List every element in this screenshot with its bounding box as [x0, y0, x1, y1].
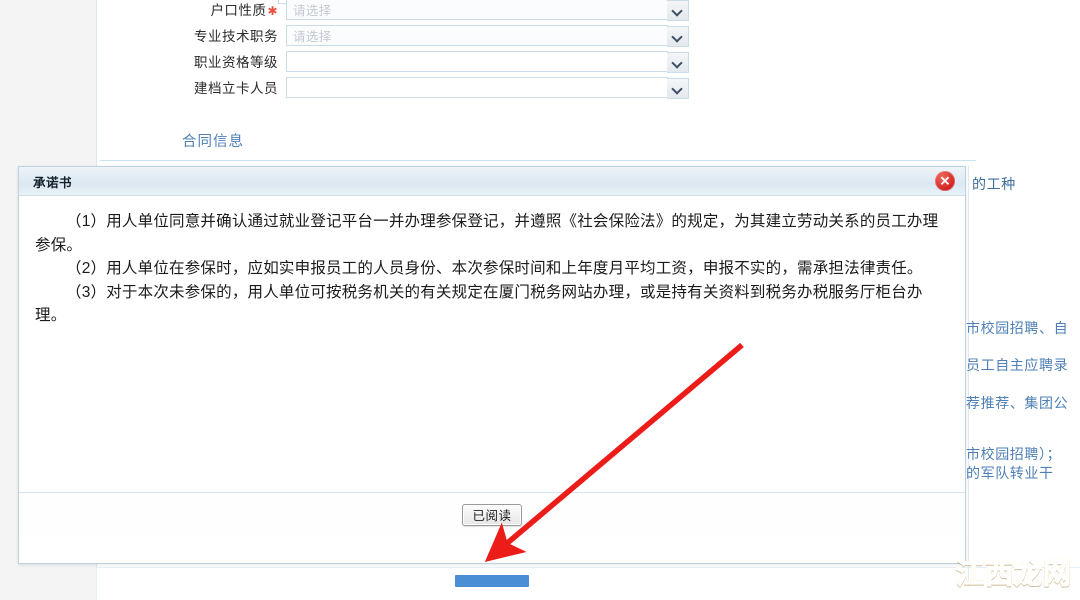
commitment-dialog: 承诺书 ✕ （1）用人单位同意并确认通过就业登记平台一并办理参保登记，并遵照《社… [18, 166, 966, 564]
terms-text: （1）用人单位同意并确认通过就业登记平台一并办理参保登记，并遵照《社会保险法》的… [35, 210, 949, 328]
chevron-down-icon[interactable] [667, 77, 689, 99]
confirm-read-button[interactable]: 已阅读 [462, 503, 522, 526]
bg-text-line4: 荐推荐、集团公 [966, 395, 1069, 411]
section-link-contract-info[interactable]: 合同信息 [182, 130, 244, 151]
form-row: 户口性质✱ 请选择 [96, 0, 976, 22]
field-label-text: 职业资格等级 [194, 55, 278, 70]
employee-form: 户口性质✱ 请选择 专业技术职务 请选择 职业资格等级 建档立卡人员 [96, 0, 976, 100]
bg-text-line6: 的军队转业干 [966, 465, 1054, 481]
bottom-left-rule [96, 567, 97, 600]
dialog-footer: 已阅读 [19, 493, 965, 536]
field-label-text: 户口性质 [210, 3, 267, 18]
screen-root: 户口性质✱ 请选择 专业技术职务 请选择 职业资格等级 建档立卡人员 合同信息 … [0, 0, 1080, 600]
chevron-down-icon[interactable] [667, 25, 689, 47]
bg-text-line1: 的工种 [972, 176, 1016, 192]
bottom-divider [96, 567, 1080, 568]
select-vocational-grade[interactable] [286, 50, 689, 73]
field-label: 户口性质✱ [96, 0, 286, 19]
form-row: 职业资格等级 [96, 48, 976, 74]
close-icon[interactable]: ✕ [935, 171, 955, 191]
field-label: 专业技术职务 [96, 25, 286, 45]
chevron-down-icon[interactable] [667, 0, 689, 21]
close-icon-glyph: ✕ [939, 173, 951, 188]
bg-text-line5: 市校园招聘）； [966, 446, 1062, 462]
select-hukou-nature[interactable]: 请选择 [286, 0, 689, 21]
form-row: 专业技术职务 请选择 [96, 22, 976, 48]
field-label: 建档立卡人员 [96, 77, 286, 97]
field-label: 职业资格等级 [96, 51, 286, 71]
watermark: 江西龙网 [955, 552, 1072, 592]
right-panel-edge [968, 166, 969, 586]
select-value: 请选择 [293, 29, 332, 44]
terms-paragraph: （2）用人单位在参保时，应如实申报员工的人员身份、本次参保时间和上年度月平均工资… [66, 260, 923, 278]
form-row: 建档立卡人员 [96, 74, 976, 100]
primary-action-button-partial[interactable] [455, 575, 529, 587]
field-label-text: 专业技术职务 [194, 29, 278, 44]
bg-text-line2: 市校园招聘、自 [966, 320, 1069, 336]
terms-paragraph: （1）用人单位同意并确认通过就业登记平台一并办理参保登记，并遵照《社会保险法》的… [35, 213, 939, 254]
select-registered-card-personnel[interactable] [286, 76, 689, 99]
terms-paragraph: （3）对于本次未参保的，用人单位可按税务机关的有关规定在厦门税务网站办理，或是持… [35, 283, 923, 325]
select-value: 请选择 [293, 3, 332, 18]
dialog-title: 承诺书 [33, 175, 73, 190]
dialog-title-bar: 承诺书 [19, 167, 965, 196]
section-divider [100, 160, 976, 161]
bg-text-line3: 员工自主应聘录 [966, 357, 1069, 373]
dialog-body: （1）用人单位同意并确认通过就业登记平台一并办理参保登记，并遵照《社会保险法》的… [19, 196, 965, 536]
field-label-text: 建档立卡人员 [194, 81, 278, 96]
required-asterisk: ✱ [267, 4, 278, 18]
chevron-down-icon[interactable] [667, 51, 689, 73]
select-technical-position[interactable]: 请选择 [286, 24, 689, 47]
